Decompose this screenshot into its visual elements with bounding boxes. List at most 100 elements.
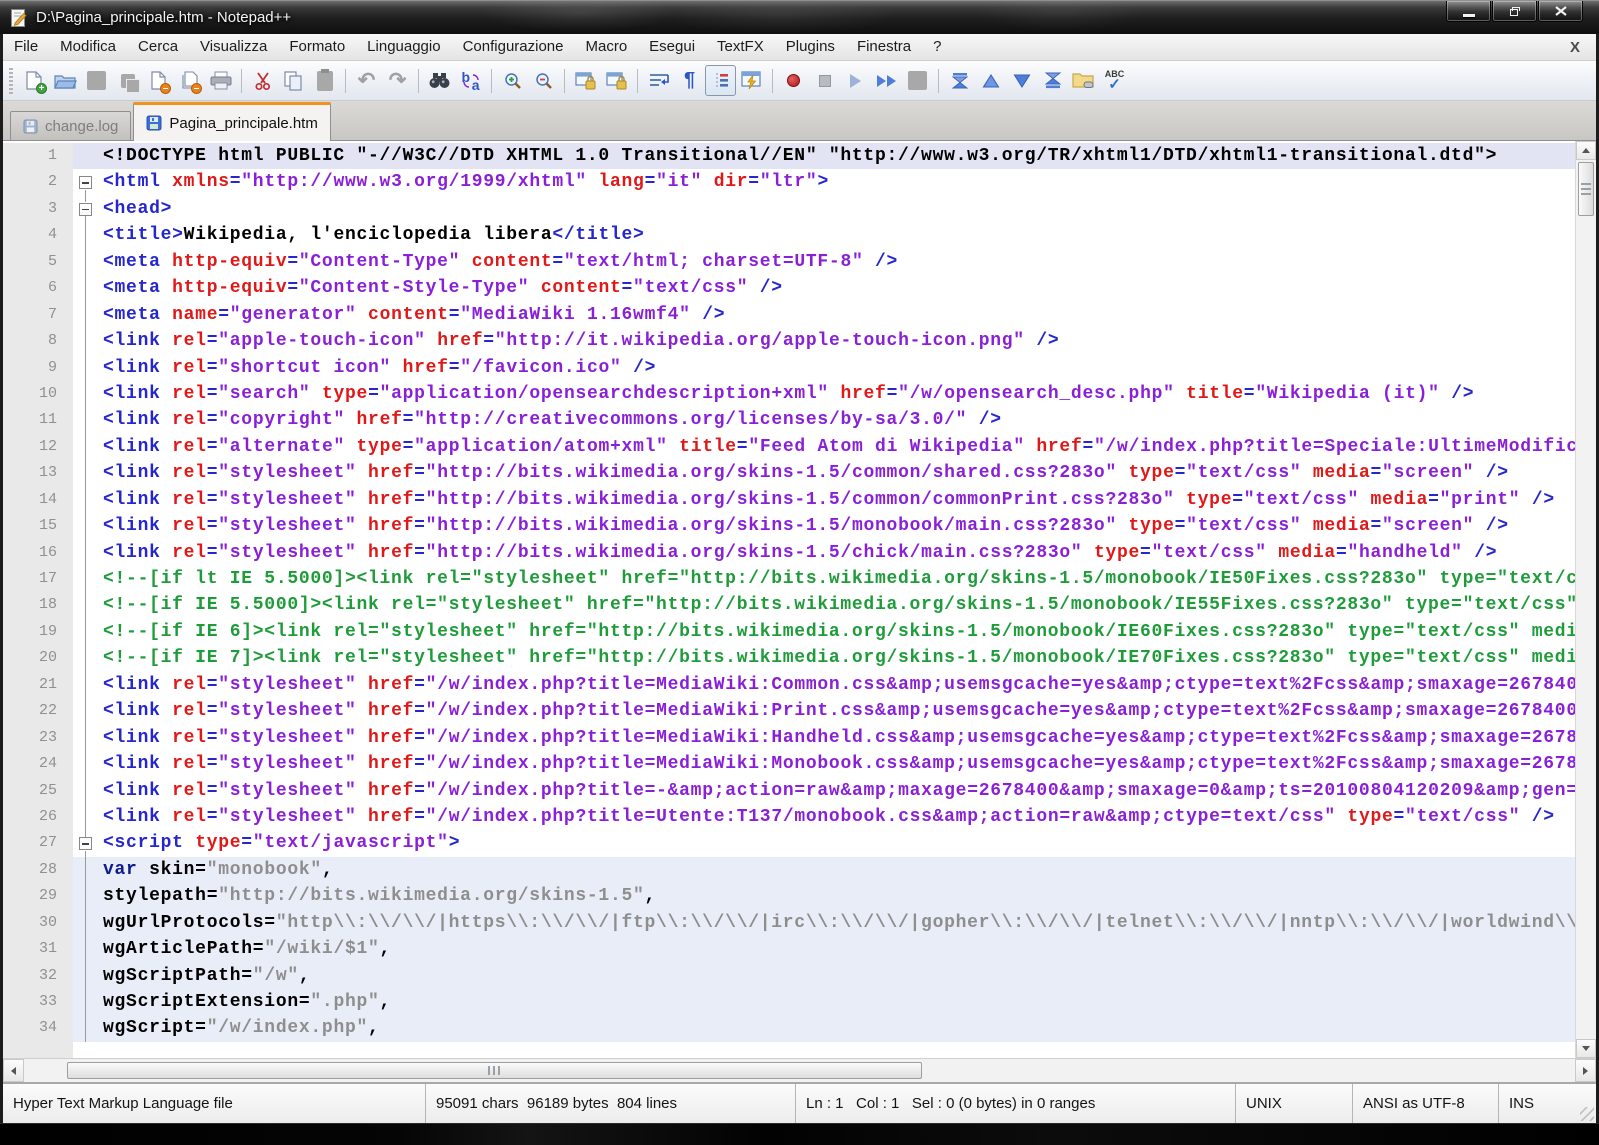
fold-margin[interactable] <box>73 249 99 275</box>
fold-margin[interactable] <box>73 355 99 381</box>
zoom-out-icon[interactable] <box>528 65 559 96</box>
menu-item-cerca[interactable]: Cerca <box>127 34 189 60</box>
code-text[interactable]: <link rel="stylesheet" href="http://bits… <box>99 540 1575 566</box>
fold-margin[interactable] <box>73 725 99 751</box>
next-triangle-icon[interactable] <box>1006 65 1037 96</box>
code-text[interactable]: <link rel="search" type="application/ope… <box>99 381 1575 407</box>
code-text[interactable]: wgScriptExtension=".php", <box>99 989 1575 1015</box>
menu-item-?[interactable]: ? <box>922 34 952 60</box>
code-line-17[interactable]: 17<!--[if lt IE 5.5000]><link rel="style… <box>3 566 1575 592</box>
scroll-left-button[interactable] <box>3 1059 24 1082</box>
code-line-25[interactable]: 25<link rel="stylesheet" href="/w/index.… <box>3 778 1575 804</box>
fold-margin[interactable] <box>73 566 99 592</box>
tab-change-log[interactable]: change.log <box>10 111 131 140</box>
menu-item-esegui[interactable]: Esegui <box>638 34 706 60</box>
code-line-12[interactable]: 12<link rel="alternate" type="applicatio… <box>3 434 1575 460</box>
code-text[interactable]: stylepath="http://bits.wikimedia.org/ski… <box>99 883 1575 909</box>
restore-button[interactable] <box>1492 1 1537 22</box>
code-text[interactable]: <!--[if IE 5.5000]><link rel="stylesheet… <box>99 592 1575 618</box>
undo-icon[interactable]: ↶ <box>351 65 382 96</box>
cut-icon[interactable] <box>247 65 278 96</box>
code-line-3[interactable]: 3<head> <box>3 196 1575 222</box>
code-text[interactable]: <link rel="stylesheet" href="/w/index.ph… <box>99 672 1575 698</box>
copy-icon[interactable] <box>278 65 309 96</box>
resize-grip[interactable] <box>1580 1107 1594 1121</box>
prev-triangle-icon[interactable] <box>975 65 1006 96</box>
fold-margin[interactable] <box>73 381 99 407</box>
code-line-20[interactable]: 20<!--[if IE 7]><link rel="stylesheet" h… <box>3 645 1575 671</box>
code-text[interactable]: var skin="monobook", <box>99 857 1575 883</box>
code-line-9[interactable]: 9<link rel="shortcut icon" href="/favico… <box>3 355 1575 381</box>
fold-margin[interactable] <box>73 487 99 513</box>
user-defined-dialog-icon[interactable] <box>736 65 767 96</box>
code-line-24[interactable]: 24<link rel="stylesheet" href="/w/index.… <box>3 751 1575 777</box>
code-line-29[interactable]: 29stylepath="http://bits.wikimedia.org/s… <box>3 883 1575 909</box>
code-line-22[interactable]: 22<link rel="stylesheet" href="/w/index.… <box>3 698 1575 724</box>
toolbar-grip[interactable] <box>9 68 13 94</box>
code-text[interactable]: <link rel="stylesheet" href="http://bits… <box>99 460 1575 486</box>
fold-margin[interactable] <box>73 328 99 354</box>
code-text[interactable]: <link rel="apple-touch-icon" href="http:… <box>99 328 1575 354</box>
fold-margin[interactable] <box>73 513 99 539</box>
code-line-26[interactable]: 26<link rel="stylesheet" href="/w/index.… <box>3 804 1575 830</box>
fold-margin[interactable] <box>73 196 99 222</box>
macro-run-multiple-icon[interactable] <box>871 65 902 96</box>
tab-pagina-principale[interactable]: Pagina_principale.htm <box>133 102 330 141</box>
scroll-up-button[interactable] <box>1576 141 1596 160</box>
find-icon[interactable] <box>424 65 455 96</box>
code-line-13[interactable]: 13<link rel="stylesheet" href="http://bi… <box>3 460 1575 486</box>
code-line-8[interactable]: 8<link rel="apple-touch-icon" href="http… <box>3 328 1575 354</box>
code-text[interactable]: <meta http-equiv="Content-Style-Type" co… <box>99 275 1575 301</box>
menu-item-file[interactable]: File <box>3 34 49 60</box>
fold-margin[interactable] <box>73 989 99 1015</box>
vertical-scroll-thumb[interactable] <box>1578 162 1594 216</box>
zoom-in-icon[interactable] <box>497 65 528 96</box>
code-text[interactable]: <script type="text/javascript"> <box>99 830 1575 856</box>
menu-item-linguaggio[interactable]: Linguaggio <box>356 34 451 60</box>
vertical-scrollbar[interactable] <box>1575 141 1596 1058</box>
fold-margin[interactable] <box>73 460 99 486</box>
replace-icon[interactable]: b a <box>455 65 486 96</box>
menu-item-textfx[interactable]: TextFX <box>706 34 775 60</box>
fold-margin[interactable] <box>73 804 99 830</box>
fold-margin[interactable] <box>73 936 99 962</box>
code-line-21[interactable]: 21<link rel="stylesheet" href="/w/index.… <box>3 672 1575 698</box>
show-all-characters-icon[interactable]: ¶ <box>674 65 705 96</box>
code-line-18[interactable]: 18<!--[if IE 5.5000]><link rel="styleshe… <box>3 592 1575 618</box>
fold-collapse-icon[interactable] <box>79 837 92 850</box>
fold-margin[interactable] <box>73 778 99 804</box>
fold-margin[interactable] <box>73 883 99 909</box>
code-line-19[interactable]: 19<!--[if IE 6]><link rel="stylesheet" h… <box>3 619 1575 645</box>
fold-margin[interactable] <box>73 592 99 618</box>
horizontal-scrollbar[interactable] <box>3 1058 1596 1082</box>
fold-margin[interactable] <box>73 857 99 883</box>
code-line-5[interactable]: 5<meta http-equiv="Content-Type" content… <box>3 249 1575 275</box>
goto-prev-mark-icon[interactable] <box>944 65 975 96</box>
code-text[interactable]: <link rel="stylesheet" href="/w/index.ph… <box>99 751 1575 777</box>
code-text[interactable]: wgUrlProtocols="http\\:\\/\\/|https\\:\\… <box>99 910 1575 936</box>
menu-item-configurazione[interactable]: Configurazione <box>452 34 575 60</box>
fold-margin[interactable] <box>73 751 99 777</box>
code-line-33[interactable]: 33wgScriptExtension=".php", <box>3 989 1575 1015</box>
menu-item-modifica[interactable]: Modifica <box>49 34 127 60</box>
new-file-icon[interactable]: + <box>19 65 50 96</box>
horizontal-scroll-thumb[interactable] <box>67 1062 922 1079</box>
paste-icon[interactable] <box>309 65 340 96</box>
close-button[interactable] <box>1538 1 1583 22</box>
code-line-15[interactable]: 15<link rel="stylesheet" href="http://bi… <box>3 513 1575 539</box>
sync-horizontal-scroll-icon[interactable] <box>601 65 632 96</box>
menu-item-formato[interactable]: Formato <box>278 34 356 60</box>
code-line-27[interactable]: 27<script type="text/javascript"> <box>3 830 1575 856</box>
code-text[interactable]: <title>Wikipedia, l'enciclopedia libera<… <box>99 222 1575 248</box>
code-text[interactable]: <link rel="stylesheet" href="/w/index.ph… <box>99 804 1575 830</box>
code-text[interactable]: <!--[if lt IE 5.5000]><link rel="stylesh… <box>99 566 1575 592</box>
fold-margin[interactable] <box>73 407 99 433</box>
open-file-icon[interactable] <box>50 65 81 96</box>
code-text[interactable]: <head> <box>99 196 1575 222</box>
menu-item-visualizza[interactable]: Visualizza <box>189 34 278 60</box>
fold-collapse-icon[interactable] <box>79 176 92 189</box>
menu-item-finestra[interactable]: Finestra <box>846 34 922 60</box>
code-text[interactable]: <link rel="stylesheet" href="http://bits… <box>99 487 1575 513</box>
menu-item-macro[interactable]: Macro <box>574 34 638 60</box>
code-line-4[interactable]: 4<title>Wikipedia, l'enciclopedia libera… <box>3 222 1575 248</box>
